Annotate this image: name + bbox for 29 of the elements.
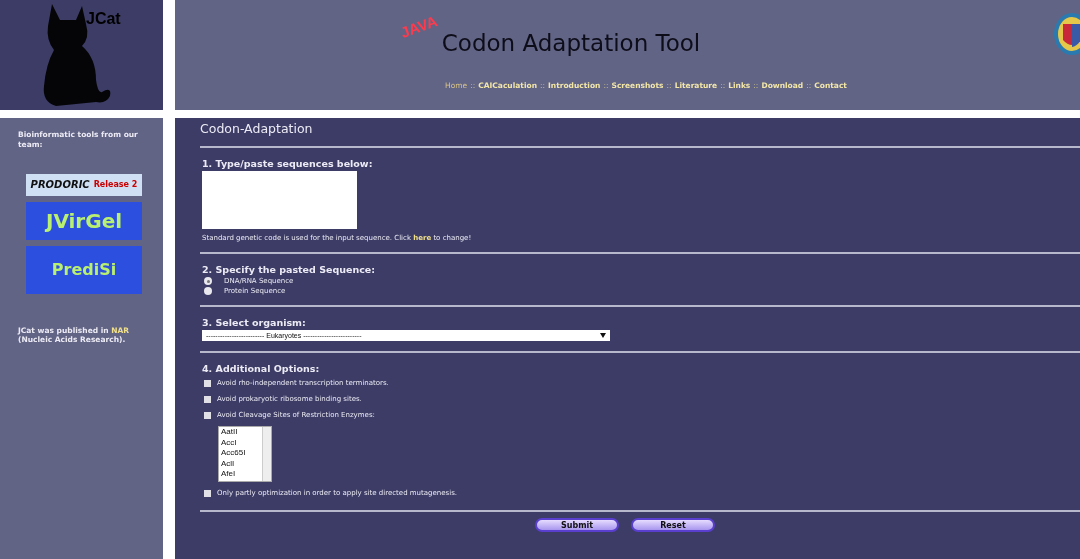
radio-button[interactable] [204, 277, 212, 285]
logo-text: JCat [86, 10, 121, 28]
list-option[interactable]: AfeI [221, 469, 262, 480]
tool-logo[interactable]: PrediSi [26, 245, 142, 294]
checkbox[interactable] [204, 395, 211, 403]
step-heading: 4. Additional Options: [202, 363, 321, 374]
checkbox[interactable] [204, 411, 211, 419]
page-title: Codon Adaptation Tool [441, 30, 701, 56]
checkbox[interactable] [204, 379, 211, 387]
tool-logo[interactable]: PRODORIC Release 2 [26, 173, 142, 196]
form-button[interactable]: Submit [535, 518, 619, 532]
list-option[interactable]: AclI [221, 458, 262, 469]
java-label: JAVA [398, 12, 440, 41]
enzyme-listbox[interactable]: AatII AccI Acc65I AclI AfeI [218, 426, 272, 482]
form-button[interactable]: Reset [631, 518, 715, 532]
section-title: Codon-Adaptation [200, 121, 314, 138]
step-heading: 1. Type/paste sequences below: [202, 158, 374, 169]
radio-button[interactable] [204, 287, 212, 295]
list-option[interactable]: Acc65I [221, 448, 262, 459]
university-seal-icon [1053, 12, 1080, 56]
tool-logo[interactable]: JVirGel [26, 201, 142, 240]
checkbox[interactable] [204, 489, 211, 497]
list-option[interactable]: AatII [221, 427, 262, 438]
step-heading: 3. Select organism: [202, 317, 307, 328]
sequence-input[interactable] [202, 171, 357, 229]
dropdown-caret-icon [600, 333, 606, 338]
step-heading: 2. Specify the pasted Sequence: [202, 264, 377, 275]
list-option[interactable]: AccI [221, 437, 262, 448]
scrollbar[interactable] [262, 427, 271, 481]
